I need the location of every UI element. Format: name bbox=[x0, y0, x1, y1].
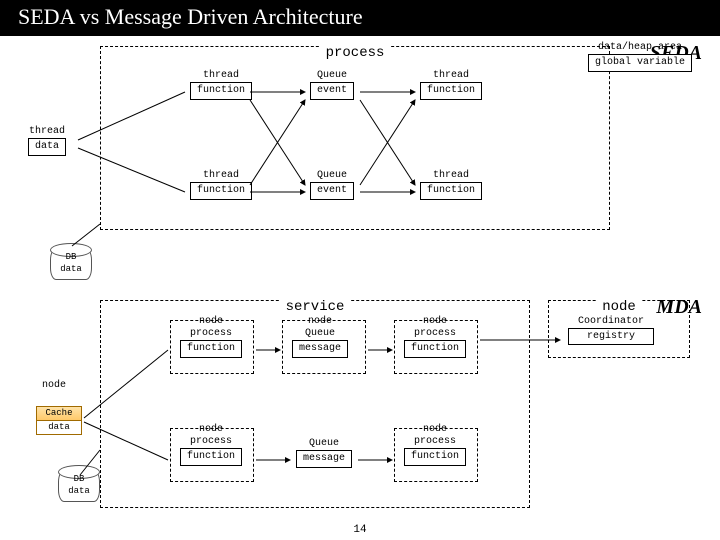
heap-area: data/heap area global variable bbox=[588, 42, 692, 72]
seda-process-box: process bbox=[100, 46, 610, 230]
seda-r2-a: thread function bbox=[190, 170, 252, 200]
mda-r1-c: node process function bbox=[404, 316, 466, 358]
seda-r2-c: thread function bbox=[420, 170, 482, 200]
mda-db-cylinder: DB data bbox=[58, 470, 100, 502]
mda-node-side-title: node bbox=[596, 299, 642, 315]
seda-r1-c: thread function bbox=[420, 70, 482, 100]
seda-thread-data: thread data bbox=[28, 126, 66, 156]
seda-db-cylinder: DB data bbox=[50, 248, 92, 280]
slide-title: SEDA vs Message Driven Architecture bbox=[0, 0, 720, 36]
heap-pill: global variable bbox=[588, 54, 692, 72]
mda-left-node: node bbox=[42, 380, 66, 392]
seda-r2-b: Queue event bbox=[310, 170, 354, 200]
mda-r2-a: node process function bbox=[180, 424, 242, 466]
page-number: 14 bbox=[353, 524, 366, 536]
mda-r1-b: node Queue message bbox=[292, 316, 348, 358]
mda-service-title: service bbox=[280, 299, 351, 315]
heap-top: data/heap area bbox=[588, 42, 692, 53]
seda-r1-b: Queue event bbox=[310, 70, 354, 100]
seda-process-title: process bbox=[320, 45, 391, 61]
mda-r2-b: Queue message bbox=[296, 438, 352, 468]
coordinator: Coordinator registry bbox=[568, 316, 654, 345]
seda-r1-a: thread function bbox=[190, 70, 252, 100]
mda-r2-c: node process function bbox=[404, 424, 466, 466]
mda-r1-a: node process function bbox=[180, 316, 242, 358]
mda-cache: Cache data bbox=[36, 406, 82, 435]
